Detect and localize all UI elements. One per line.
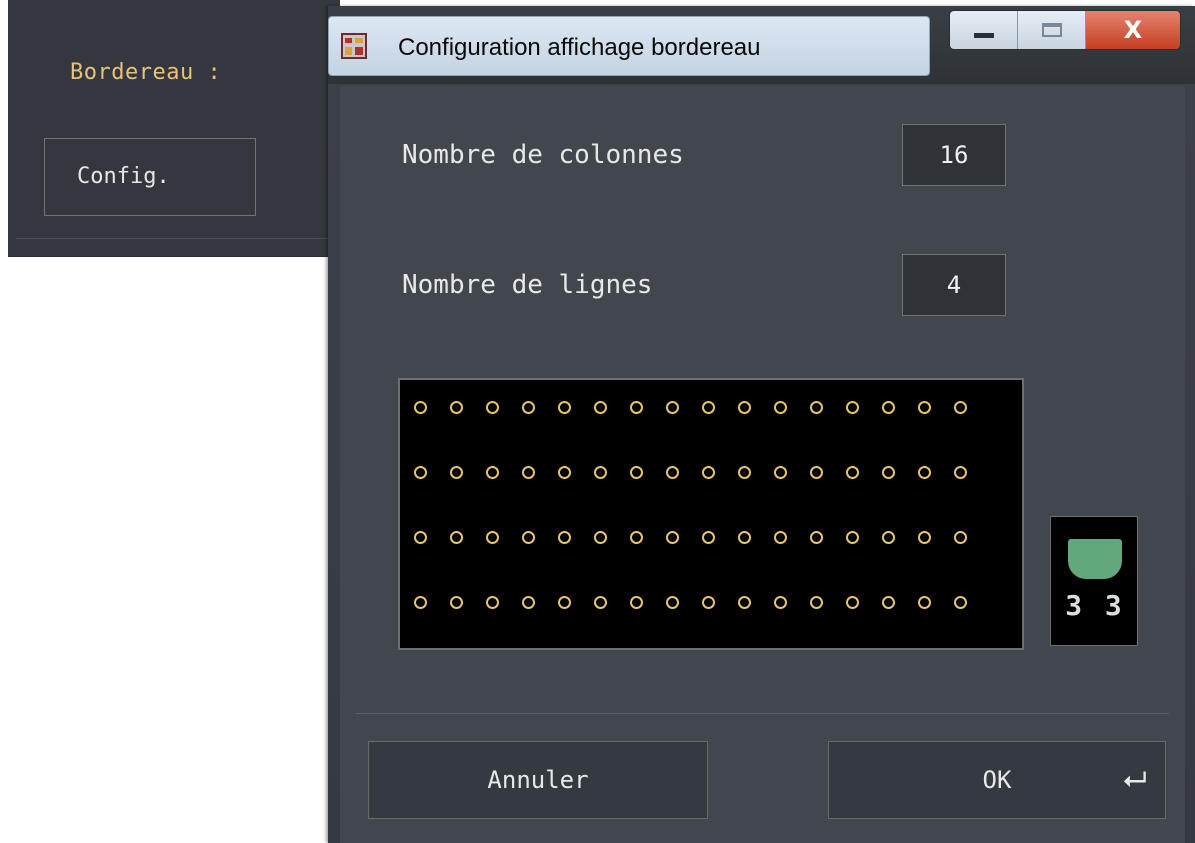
grid-dot <box>486 596 499 609</box>
grid-dot <box>702 531 715 544</box>
mini-count: 3 3 <box>1065 589 1125 622</box>
grid-dot <box>774 401 787 414</box>
grid-dot <box>954 531 967 544</box>
grid-dot <box>882 531 895 544</box>
grid-dot <box>558 531 571 544</box>
grid-dot <box>666 466 679 479</box>
grid-dot <box>630 401 643 414</box>
ok-label: OK <box>982 766 1012 794</box>
rows-label: Nombre de lignes <box>402 270 653 300</box>
grid-dot <box>954 401 967 414</box>
grid-dot <box>918 466 931 479</box>
dialog-content: Nombre de colonnes 16 Nombre de lignes 4… <box>340 86 1185 843</box>
grid-dot <box>666 596 679 609</box>
grid-dot <box>774 596 787 609</box>
grid-dot <box>810 596 823 609</box>
grid-dot <box>594 466 607 479</box>
cancel-button[interactable]: Annuler <box>368 741 708 819</box>
grid-dot <box>882 401 895 414</box>
title-bar[interactable]: Configuration affichage bordereau X <box>328 6 1195 84</box>
grid-dot <box>774 531 787 544</box>
grid-dot <box>738 401 751 414</box>
grid-dot <box>486 466 499 479</box>
grid-dot <box>846 401 859 414</box>
enter-key-icon: ⮠ <box>1123 762 1147 797</box>
columns-input[interactable]: 16 <box>902 124 1006 186</box>
grid-dot <box>414 531 427 544</box>
grid-dot <box>522 531 535 544</box>
window-title: Configuration affichage bordereau <box>398 34 761 61</box>
grid-dot <box>486 401 499 414</box>
grid-dot <box>522 466 535 479</box>
grid-dot <box>630 531 643 544</box>
grid-dot <box>882 596 895 609</box>
grid-dot <box>414 596 427 609</box>
grid-dot <box>918 596 931 609</box>
grid-dot <box>882 466 895 479</box>
minimize-button[interactable] <box>950 11 1018 49</box>
grid-dot <box>558 466 571 479</box>
grid-dot <box>738 531 751 544</box>
minimize-icon <box>973 32 994 38</box>
grid-dot <box>738 596 751 609</box>
grid-dot <box>486 531 499 544</box>
grid-dot <box>450 531 463 544</box>
grid-dot <box>630 466 643 479</box>
grid-dot <box>594 596 607 609</box>
grid-dot <box>414 401 427 414</box>
grid-dot <box>810 531 823 544</box>
grid-dot <box>810 466 823 479</box>
cup-icon <box>1068 539 1122 579</box>
grid-dot <box>810 401 823 414</box>
grid-row <box>414 461 990 485</box>
divider <box>16 238 340 239</box>
grid-dot <box>450 401 463 414</box>
maximize-button[interactable] <box>1018 11 1086 49</box>
grid-dot <box>558 401 571 414</box>
grid-dot <box>666 401 679 414</box>
grid-dot <box>702 596 715 609</box>
maximize-icon <box>1041 23 1062 37</box>
grid-row <box>414 396 990 420</box>
grid-dot <box>414 466 427 479</box>
rows-input[interactable]: 4 <box>902 254 1006 316</box>
grid-row <box>414 526 990 550</box>
app-icon <box>340 32 368 60</box>
ok-button[interactable]: OK ⮠ <box>828 741 1166 819</box>
grid-dot <box>630 596 643 609</box>
close-button[interactable]: X <box>1086 11 1180 49</box>
grid-dot <box>846 466 859 479</box>
config-button[interactable]: Config. <box>44 138 256 216</box>
grid-dot <box>522 596 535 609</box>
grid-dot <box>846 596 859 609</box>
grid-dot <box>450 466 463 479</box>
grid-dot <box>558 596 571 609</box>
separator <box>356 713 1169 714</box>
grid-dot <box>918 531 931 544</box>
window-controls: X <box>949 10 1181 50</box>
config-dialog: Configuration affichage bordereau X Nomb… <box>328 6 1195 843</box>
grid-dot <box>666 531 679 544</box>
grid-dot <box>522 401 535 414</box>
grid-dot <box>954 466 967 479</box>
bordereau-label: Bordereau : <box>70 60 222 85</box>
layout-preview <box>398 378 1024 650</box>
grid-row <box>414 591 990 615</box>
grid-dot <box>918 401 931 414</box>
background-panel: Bordereau : Config. <box>8 0 340 257</box>
grid-dot <box>954 596 967 609</box>
close-icon: X <box>1123 16 1143 44</box>
columns-label: Nombre de colonnes <box>402 140 684 170</box>
grid-dot <box>702 401 715 414</box>
grid-dot <box>738 466 751 479</box>
mini-preview: 3 3 <box>1050 516 1138 646</box>
grid-dot <box>594 401 607 414</box>
grid-dot <box>450 596 463 609</box>
grid-dot <box>702 466 715 479</box>
grid-dot <box>594 531 607 544</box>
grid-dot <box>846 531 859 544</box>
grid-dot <box>774 466 787 479</box>
